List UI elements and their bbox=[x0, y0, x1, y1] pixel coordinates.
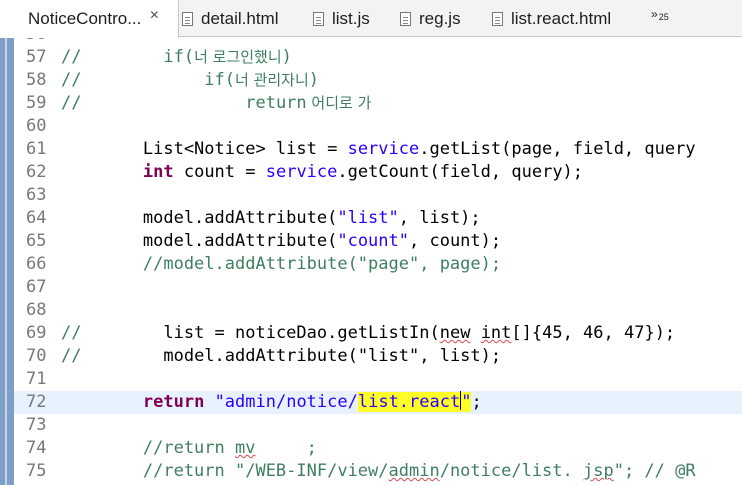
line-code: //model.addAttribute("page", page); bbox=[61, 254, 502, 274]
code-line: 61 List<Notice> list = service.getList(p… bbox=[14, 138, 742, 161]
code-line: 63 bbox=[14, 184, 742, 207]
tab-list-react-html[interactable]: list.react.html bbox=[492, 0, 611, 37]
line-number: 67 bbox=[26, 277, 47, 297]
tab-label: list.react.html bbox=[511, 8, 612, 28]
line-number: 57 bbox=[26, 47, 47, 67]
line-number: 73 bbox=[26, 415, 47, 435]
code-line: 69 // list = noticeDao.getListIn(new int[… bbox=[14, 322, 742, 345]
code-line: 74 //return mv ; bbox=[14, 437, 742, 460]
code-line: 67 bbox=[14, 276, 742, 299]
line-number: 59 bbox=[26, 93, 47, 113]
code-line: 59 // return 어디로 가 bbox=[14, 92, 742, 115]
tab-label: NoticeContro... bbox=[28, 9, 142, 28]
line-code: // if(너 로그인했니) bbox=[61, 47, 292, 67]
code-line: 65 model.addAttribute("count", count); bbox=[14, 230, 742, 253]
code-line: 58 // if(너 관리자니) bbox=[14, 69, 742, 92]
code-line: 70 // model.addAttribute("list", list); bbox=[14, 345, 742, 368]
line-code: // return 어디로 가 bbox=[61, 93, 372, 113]
file-icon bbox=[400, 11, 411, 26]
line-number: 64 bbox=[26, 208, 47, 228]
tab-label: reg.js bbox=[419, 8, 461, 28]
code-line: 73 bbox=[14, 414, 742, 437]
line-code: //return "/WEB-INF/view/admin/notice/lis… bbox=[61, 461, 696, 481]
line-number: 56 bbox=[26, 37, 66, 46]
overview-ruler bbox=[0, 37, 14, 485]
file-icon bbox=[313, 11, 324, 26]
line-code: int count = service.getCount(field, quer… bbox=[142, 162, 584, 182]
file-icon bbox=[492, 11, 503, 26]
line-number: 63 bbox=[26, 185, 47, 205]
editor-tab-bar: NoticeContro... ✕ detail.html list.js re… bbox=[0, 0, 742, 38]
code-line: 64 model.addAttribute("list", list); bbox=[14, 207, 742, 230]
code-line: 75 //return "/WEB-INF/view/admin/notice/… bbox=[14, 460, 742, 483]
tab-label: list.js bbox=[332, 8, 370, 28]
code-line: 66 //model.addAttribute("page", page); bbox=[14, 253, 742, 276]
line-number: 60 bbox=[26, 116, 47, 136]
line-number: 71 bbox=[26, 369, 47, 389]
chevron-right-icon: » bbox=[651, 7, 658, 21]
more-tabs-button[interactable]: »25 bbox=[651, 7, 669, 22]
line-number: 74 bbox=[26, 438, 47, 458]
code-line: 57 // if(너 로그인했니) bbox=[14, 46, 742, 69]
line-code: model.addAttribute("list", list); bbox=[61, 208, 481, 228]
tab-notice-controller[interactable]: NoticeContro... ✕ bbox=[0, 0, 179, 38]
code-line: 56 bbox=[14, 37, 742, 46]
line-code: // if(너 관리자니) bbox=[61, 70, 320, 90]
line-number: 75 bbox=[26, 461, 47, 481]
line-number: 65 bbox=[26, 231, 47, 251]
line-number: 61 bbox=[26, 139, 47, 159]
line-number: 62 bbox=[26, 162, 47, 182]
highlighted-text: list.react bbox=[357, 392, 461, 412]
code-line: 71 bbox=[14, 368, 742, 391]
code-line: 68 bbox=[14, 299, 742, 322]
tab-list-js[interactable]: list.js bbox=[313, 0, 370, 37]
line-code: List<Notice> list = service.getList(page… bbox=[61, 139, 696, 159]
tab-reg-js[interactable]: reg.js bbox=[400, 0, 461, 37]
line-code: return "admin/notice/list.react"; bbox=[142, 391, 482, 412]
tab-detail-html[interactable]: detail.html bbox=[182, 0, 278, 37]
line-number: 70 bbox=[26, 346, 47, 366]
line-number: 72 bbox=[26, 392, 47, 412]
line-code: // model.addAttribute("list", list); bbox=[61, 346, 502, 366]
line-number: 66 bbox=[26, 254, 47, 274]
line-number: 69 bbox=[26, 323, 47, 343]
line-code: model.addAttribute("count", count); bbox=[61, 231, 502, 251]
file-icon bbox=[182, 11, 193, 26]
line-code: // list = noticeDao.getListIn(new int[]{… bbox=[61, 323, 676, 343]
line-number: 58 bbox=[26, 70, 47, 90]
current-code-line[interactable]: 72 return "admin/notice/list.react"; bbox=[14, 391, 742, 414]
line-number: 68 bbox=[26, 300, 47, 320]
line-code: //return mv ; bbox=[61, 438, 317, 458]
tab-label: detail.html bbox=[201, 8, 279, 28]
close-tab-icon[interactable]: ✕ bbox=[149, 8, 159, 22]
code-line: 62 int count = service.getCount(field, q… bbox=[14, 161, 742, 184]
hidden-tab-count: 25 bbox=[658, 12, 669, 22]
code-line: 60 bbox=[14, 115, 742, 138]
code-editor[interactable]: 56 57 // if(너 로그인했니) 58 // if(너 관리자니) 59 //… bbox=[14, 37, 742, 485]
